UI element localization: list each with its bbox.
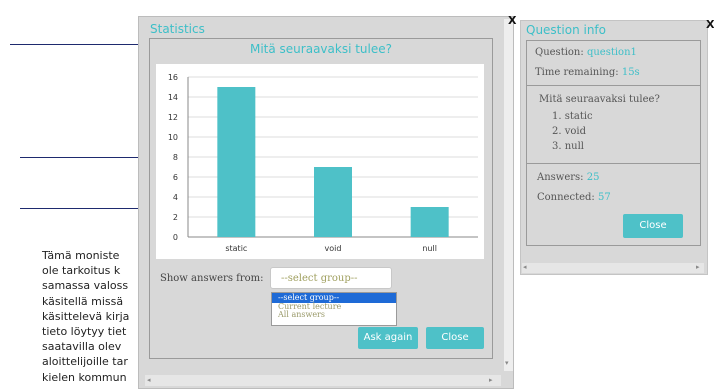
background-text-line: tieto löytyy tiet xyxy=(42,325,127,339)
question-meta-section: Question: question1 Time remaining: 15s xyxy=(526,40,701,86)
group-select-dropdown: --select group-- Current lecture All ans… xyxy=(271,292,397,326)
question-value: question1 xyxy=(586,47,637,58)
connected-row: Connected: 57 xyxy=(537,192,611,203)
y-tick-label: 4 xyxy=(173,193,178,202)
scroll-left-arrow-icon[interactable]: ◂ xyxy=(147,376,151,384)
background-rule-2 xyxy=(20,157,138,158)
answer-option-2: 2. void xyxy=(552,126,586,137)
question-content-section: Mitä seuraavaksi tulee? 1. static 2. voi… xyxy=(526,85,701,164)
y-tick-label: 0 xyxy=(173,233,178,242)
background-rule-1 xyxy=(10,44,138,45)
y-tick-label: 14 xyxy=(168,93,178,102)
bar-chart: 0 2 4 6 8 10 12 14 16 static void null xyxy=(168,73,478,253)
statistics-close-button[interactable]: Close xyxy=(426,327,484,349)
question-label: Question: xyxy=(535,47,584,58)
qinfo-scroll-right-arrow-icon[interactable]: ▸ xyxy=(696,263,700,271)
background-text-line: käsittelevä kirja xyxy=(42,309,130,323)
y-tick-label: 8 xyxy=(173,153,178,162)
bar-null xyxy=(410,207,449,237)
background-text-line: samassa valoss xyxy=(42,279,129,293)
time-remaining-row: Time remaining: 15s xyxy=(535,67,640,78)
qinfo-scroll-left-arrow-icon[interactable]: ◂ xyxy=(523,263,527,271)
y-tick-label: 16 xyxy=(168,73,178,82)
show-answers-label: Show answers from: xyxy=(160,273,264,284)
background-text-line: saatavilla olev xyxy=(42,340,122,354)
statistics-title: Statistics xyxy=(150,22,205,36)
time-remaining-value: 15s xyxy=(621,67,640,78)
x-tick-label: static xyxy=(225,244,247,253)
y-tick-label: 12 xyxy=(168,113,178,122)
statistics-close-icon[interactable]: X xyxy=(508,14,516,27)
bar-static xyxy=(217,87,256,237)
option-all-answers[interactable]: All answers xyxy=(272,311,396,319)
chart-title: Mitä seuraavaksi tulee? xyxy=(249,42,393,56)
group-select[interactable]: --select group-- xyxy=(270,267,392,289)
question-info-dialog: Question info Question: question1 Time r… xyxy=(520,20,708,275)
question-info-close-icon[interactable]: X xyxy=(706,18,714,31)
y-tick-label: 10 xyxy=(168,133,178,142)
answer-option-3: 3. null xyxy=(552,141,584,152)
bar-void xyxy=(314,167,352,237)
statistics-horizontal-scrollbar[interactable]: ◂ ▸ xyxy=(145,375,501,386)
question-row: Question: question1 xyxy=(535,47,637,58)
background-text-line: käsitellä missä xyxy=(42,294,124,308)
scroll-down-arrow-icon[interactable]: ▾ xyxy=(505,359,509,367)
answers-row: Answers: 25 xyxy=(537,172,599,183)
question-info-close-button[interactable]: Close xyxy=(623,214,683,238)
answer-option-1: 1. static xyxy=(552,111,593,122)
y-tick-label: 2 xyxy=(173,213,178,222)
connected-label: Connected: xyxy=(537,192,595,203)
background-text-line: kielen kommun xyxy=(42,370,127,384)
ask-again-button[interactable]: Ask again xyxy=(358,327,418,349)
background-paragraph: Tämä moniste ole tarkoitus k samassa valo… xyxy=(42,248,129,385)
answers-label: Answers: xyxy=(537,172,584,183)
statistics-vertical-scrollbar[interactable]: ▾ xyxy=(504,19,513,371)
question-info-title: Question info xyxy=(526,23,606,37)
chart-area: 0 2 4 6 8 10 12 14 16 static void null xyxy=(156,64,484,259)
x-tick-label: void xyxy=(325,244,342,253)
background-rule-3 xyxy=(20,208,138,209)
x-tick-label: null xyxy=(422,244,437,253)
connected-count: 57 xyxy=(597,192,611,203)
question-info-horizontal-scrollbar[interactable]: ◂ ▸ xyxy=(522,263,704,273)
background-text-line: Tämä moniste xyxy=(42,249,123,262)
statistics-dialog: Statistics Mitä seuraavaksi tulee? 0 2 4 6 8… xyxy=(138,16,514,389)
answers-count: 25 xyxy=(586,172,600,183)
scroll-right-arrow-icon[interactable]: ▸ xyxy=(489,376,493,384)
question-stats-section: Answers: 25 Connected: 57 Close xyxy=(526,163,701,246)
y-tick-label: 6 xyxy=(173,173,178,182)
background-text-line: aloittelijoille tar xyxy=(42,355,128,369)
time-remaining-label: Time remaining: xyxy=(535,67,619,78)
statistics-panel: Mitä seuraavaksi tulee? 0 2 4 6 8 10 12 14 16 sta… xyxy=(149,38,493,359)
background-text-line: ole tarkoitus k xyxy=(42,264,121,278)
question-text: Mitä seuraavaksi tulee? xyxy=(539,94,660,105)
